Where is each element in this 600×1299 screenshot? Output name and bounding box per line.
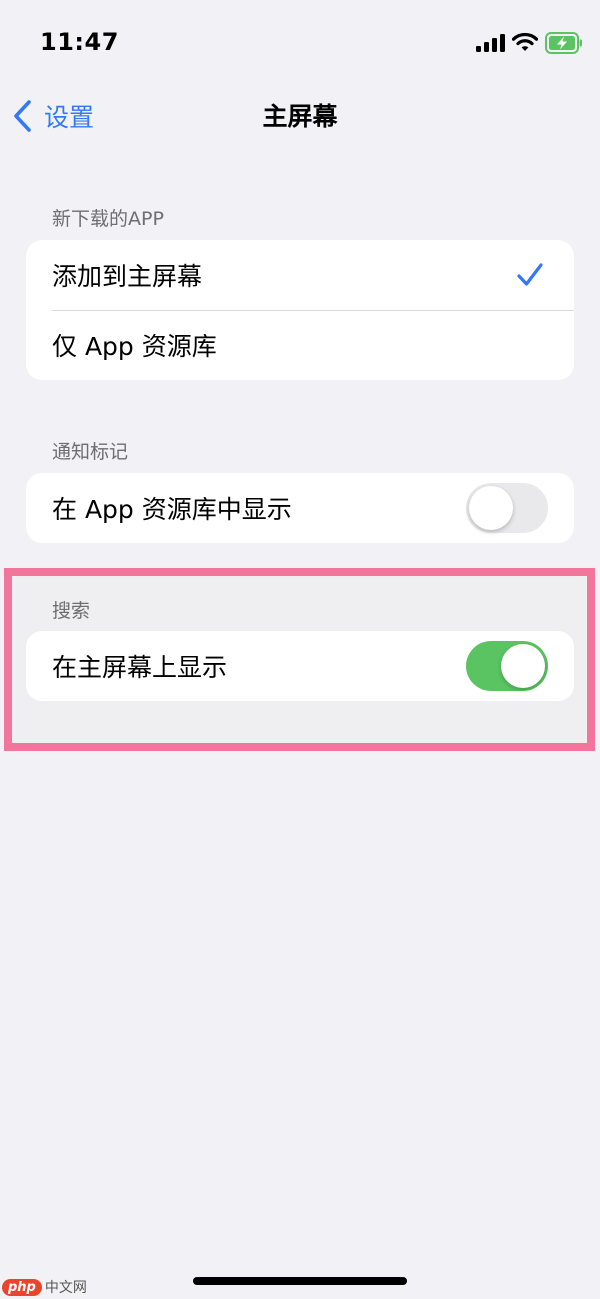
checkmark-icon [517,263,543,286]
group-notification-badges: 在 App 资源库中显示 [26,473,574,543]
watermark-logo: php [2,1278,42,1296]
cellular-signal-icon [476,34,505,52]
section-header-new-downloads: 新下载的APP [52,208,164,230]
group-search: 在主屏幕上显示 [26,631,574,701]
toggle-knob [469,486,513,530]
show-in-app-library-toggle[interactable] [466,483,548,533]
home-indicator[interactable] [193,1277,407,1285]
page-title: 主屏幕 [262,102,338,131]
option-label: 添加到主屏幕 [52,262,203,291]
group-new-downloads: 添加到主屏幕 仅 App 资源库 [26,240,574,380]
row-label: 在主屏幕上显示 [52,653,228,682]
row-show-in-app-library: 在 App 资源库中显示 [26,473,574,543]
option-app-library-only[interactable]: 仅 App 资源库 [26,310,574,380]
wifi-icon [512,32,538,51]
show-on-home-screen-toggle[interactable] [466,641,548,691]
section-header-search: 搜索 [52,600,91,622]
watermark-text: 中文网 [44,1280,87,1296]
option-label: 仅 App 资源库 [52,332,217,361]
row-show-on-home-screen: 在主屏幕上显示 [26,631,574,701]
status-time: 11:47 [40,28,119,56]
row-label: 在 App 资源库中显示 [52,495,292,524]
toggle-knob [501,644,545,688]
battery-charging-icon [545,32,582,54]
section-header-notification-badges: 通知标记 [52,441,129,463]
watermark: php 中文网 [2,1277,87,1297]
option-add-to-home-screen[interactable]: 添加到主屏幕 [26,240,574,310]
